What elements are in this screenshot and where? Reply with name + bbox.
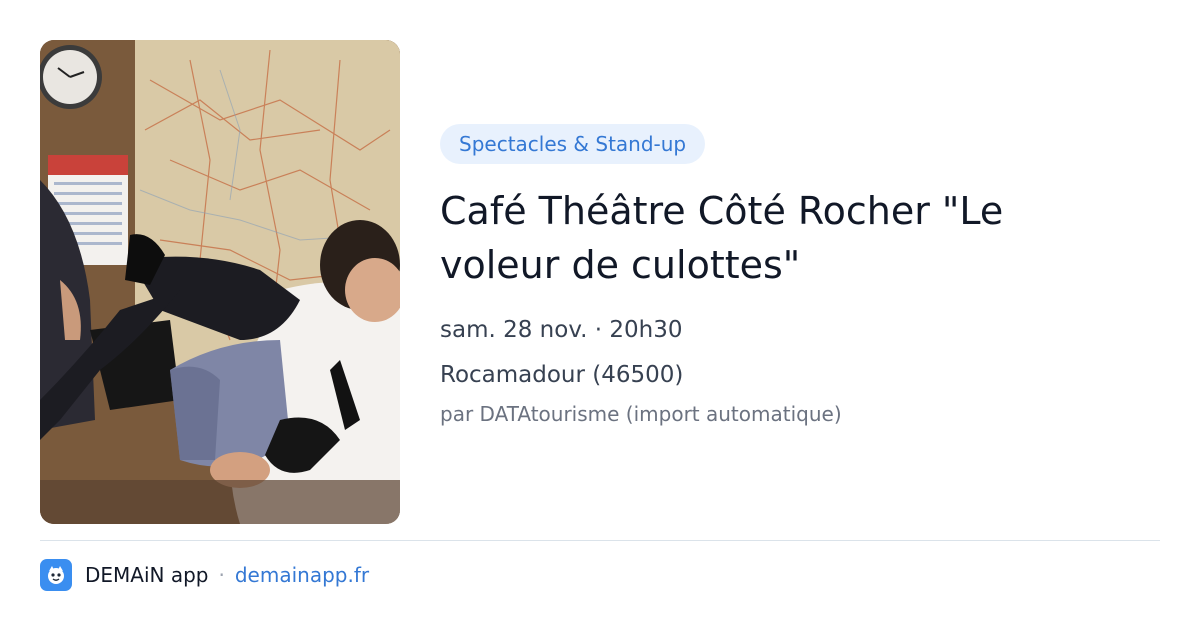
event-photo[interactable] — [40, 40, 400, 524]
event-location: Rocamadour (46500) — [440, 362, 684, 388]
app-logo-icon[interactable] — [40, 559, 72, 591]
category-chip[interactable]: Spectacles & Stand-up — [440, 124, 706, 164]
footer-divider — [40, 540, 1160, 541]
app-name: DEMAiN app — [85, 563, 209, 587]
event-datetime: sam. 28 nov. · 20h30 — [440, 317, 683, 343]
event-title[interactable]: Café Théâtre Côté Rocher "Le voleur de c… — [440, 184, 1080, 292]
app-domain-link[interactable]: demainapp.fr — [235, 563, 369, 587]
app-logo-glyph — [48, 566, 64, 584]
footer-separator: · — [218, 563, 225, 587]
footer: DEMAiN app · demainapp.fr — [40, 558, 369, 592]
event-info: Spectacles & Stand-up Café Théâtre Côté … — [440, 124, 1160, 428]
event-photo-illustration — [40, 40, 400, 524]
event-share-card: Spectacles & Stand-up Café Théâtre Côté … — [0, 0, 1200, 630]
event-source: par DATAtourisme (import automatique) — [440, 402, 842, 426]
